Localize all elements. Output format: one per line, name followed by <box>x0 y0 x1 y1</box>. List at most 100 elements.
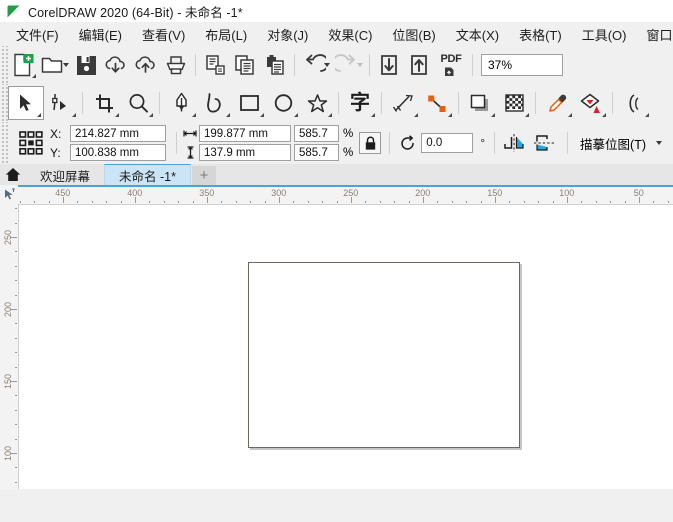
menu-text[interactable]: 文本(X) <box>446 22 509 47</box>
ruler-tick-minor <box>394 201 395 203</box>
ruler-tick-minor <box>121 201 122 203</box>
mirror-vertical-button[interactable] <box>529 128 559 158</box>
import-from-cloud-button[interactable] <box>101 50 131 80</box>
ruler-tick-minor-v <box>15 309 17 310</box>
zoom-level-input[interactable]: 37% <box>481 54 563 76</box>
ruler-tick-minor-v <box>15 251 17 252</box>
crop-tool[interactable] <box>87 87 121 119</box>
publish-to-cloud-button[interactable] <box>131 50 161 80</box>
object-anchor-grid-icon[interactable] <box>18 130 44 156</box>
width-input[interactable]: 199.877 mm <box>199 125 291 142</box>
menu-effects[interactable]: 效果(C) <box>318 22 382 47</box>
vertical-ruler[interactable]: 25020015010050 <box>0 204 19 489</box>
drawing-canvas[interactable] <box>19 205 673 489</box>
menu-window[interactable]: 窗口 <box>636 22 673 47</box>
ruler-tick-minor-v <box>15 424 17 425</box>
toolbar-grip[interactable] <box>0 46 8 84</box>
polygon-tool-flyout-icon <box>328 113 332 117</box>
shape-tool[interactable] <box>44 87 78 119</box>
ruler-origin-icon[interactable] <box>0 185 18 204</box>
toolbox-toolbar: 字 <box>0 84 673 122</box>
y-label: Y: <box>50 146 66 160</box>
pick-tool[interactable] <box>8 86 44 120</box>
ruler-tick-minor <box>207 201 208 203</box>
document-page[interactable] <box>248 262 520 448</box>
redo-button <box>332 50 362 80</box>
rotation-angle-input[interactable]: 0.0 <box>421 133 473 153</box>
export-button[interactable] <box>404 50 434 80</box>
y-position-input[interactable]: 100.838 mm <box>70 144 166 161</box>
text-character-icon: 字 <box>350 93 370 113</box>
property-bar-grip[interactable] <box>0 122 8 164</box>
x-position-input[interactable]: 214.827 mm <box>70 125 166 142</box>
menu-edit[interactable]: 编辑(E) <box>69 22 132 47</box>
drop-shadow-tool-flyout-icon <box>491 113 495 117</box>
ruler-tick-minor-v <box>15 453 17 454</box>
menu-view[interactable]: 查看(V) <box>132 22 195 47</box>
tab-welcome-screen[interactable]: 欢迎屏幕 <box>26 165 104 185</box>
height-input[interactable]: 137.9 mm <box>199 144 291 161</box>
transparency-tool[interactable] <box>497 87 531 119</box>
drop-shadow-tool[interactable] <box>463 87 497 119</box>
outline-tool[interactable] <box>617 87 651 119</box>
property-bar: X: 214.827 mm Y: 100.838 mm 199.877 mm <box>0 122 673 164</box>
menu-object[interactable]: 对象(J) <box>257 22 318 47</box>
ruler-tick-minor <box>20 201 21 203</box>
mirror-horizontal-button[interactable] <box>499 128 529 158</box>
menu-layout[interactable]: 布局(L) <box>195 22 257 47</box>
ruler-tick-minor <box>538 201 539 203</box>
cut-button[interactable] <box>200 50 230 80</box>
rectangle-tool[interactable] <box>232 87 266 119</box>
lock-ratio-button[interactable] <box>359 132 381 154</box>
scale-y-input[interactable]: 585.7 <box>294 144 339 161</box>
toolbox-grip[interactable] <box>0 84 8 122</box>
horizontal-ruler[interactable]: 45040035030025020015010050 <box>0 185 673 205</box>
color-eyedropper-tool[interactable] <box>540 87 574 119</box>
text-tool[interactable]: 字 <box>343 87 377 119</box>
tab-untitled-1[interactable]: 未命名 -1* <box>104 164 191 185</box>
open-document-button[interactable] <box>38 50 68 80</box>
pen-tool-flyout-icon <box>192 113 196 117</box>
ruler-tick-minor <box>63 201 64 203</box>
add-document-tab-button[interactable]: + <box>192 166 216 185</box>
ruler-tick-minor-v <box>15 223 17 224</box>
save-document-button[interactable] <box>71 50 101 80</box>
new-document-button[interactable] <box>8 50 38 80</box>
export-to-pdf-button[interactable]: PDF <box>434 50 468 80</box>
trace-bitmap-chevron-down-icon[interactable] <box>656 141 662 145</box>
print-button[interactable] <box>161 50 191 80</box>
ruler-tick-minor-v <box>15 439 17 440</box>
ruler-tick-minor <box>509 201 510 203</box>
ruler-tick-minor <box>308 201 309 203</box>
menu-file[interactable]: 文件(F) <box>6 22 69 47</box>
ruler-tick-minor <box>423 201 424 203</box>
zoom-tool[interactable] <box>121 87 155 119</box>
undo-button[interactable] <box>299 50 329 80</box>
crop-tool-flyout-icon <box>115 113 119 117</box>
pen-tool[interactable] <box>164 87 198 119</box>
connector-tool[interactable] <box>420 87 454 119</box>
dimension-tool[interactable] <box>386 87 420 119</box>
paste-button[interactable] <box>260 50 290 80</box>
import-button[interactable] <box>374 50 404 80</box>
x-label: X: <box>50 127 66 141</box>
menu-table[interactable]: 表格(T) <box>509 22 572 47</box>
ellipse-tool[interactable] <box>266 87 300 119</box>
trace-bitmap-button[interactable]: 描摹位图(T) <box>572 131 666 155</box>
ruler-tick-minor <box>49 201 50 203</box>
menu-bitmaps[interactable]: 位图(B) <box>382 22 445 47</box>
polygon-tool[interactable] <box>300 87 334 119</box>
menu-tools[interactable]: 工具(O) <box>572 22 637 47</box>
ruler-tick-minor-v <box>15 395 17 396</box>
copy-button[interactable] <box>230 50 260 80</box>
ruler-tick-minor <box>380 201 381 203</box>
home-icon[interactable] <box>0 164 26 185</box>
ruler-tick-minor-v <box>15 208 17 209</box>
interactive-fill-tool[interactable] <box>574 87 608 119</box>
rotate-icon <box>399 135 416 152</box>
scale-x-input[interactable]: 585.7 <box>294 125 339 142</box>
ruler-tick-minor <box>77 201 78 203</box>
coreldraw-application-window: CorelDRAW 2020 (64-Bit) - 未命名 -1* 文件(F) … <box>0 0 673 522</box>
freehand-tool[interactable] <box>198 87 232 119</box>
transparency-tool-flyout-icon <box>525 113 529 117</box>
